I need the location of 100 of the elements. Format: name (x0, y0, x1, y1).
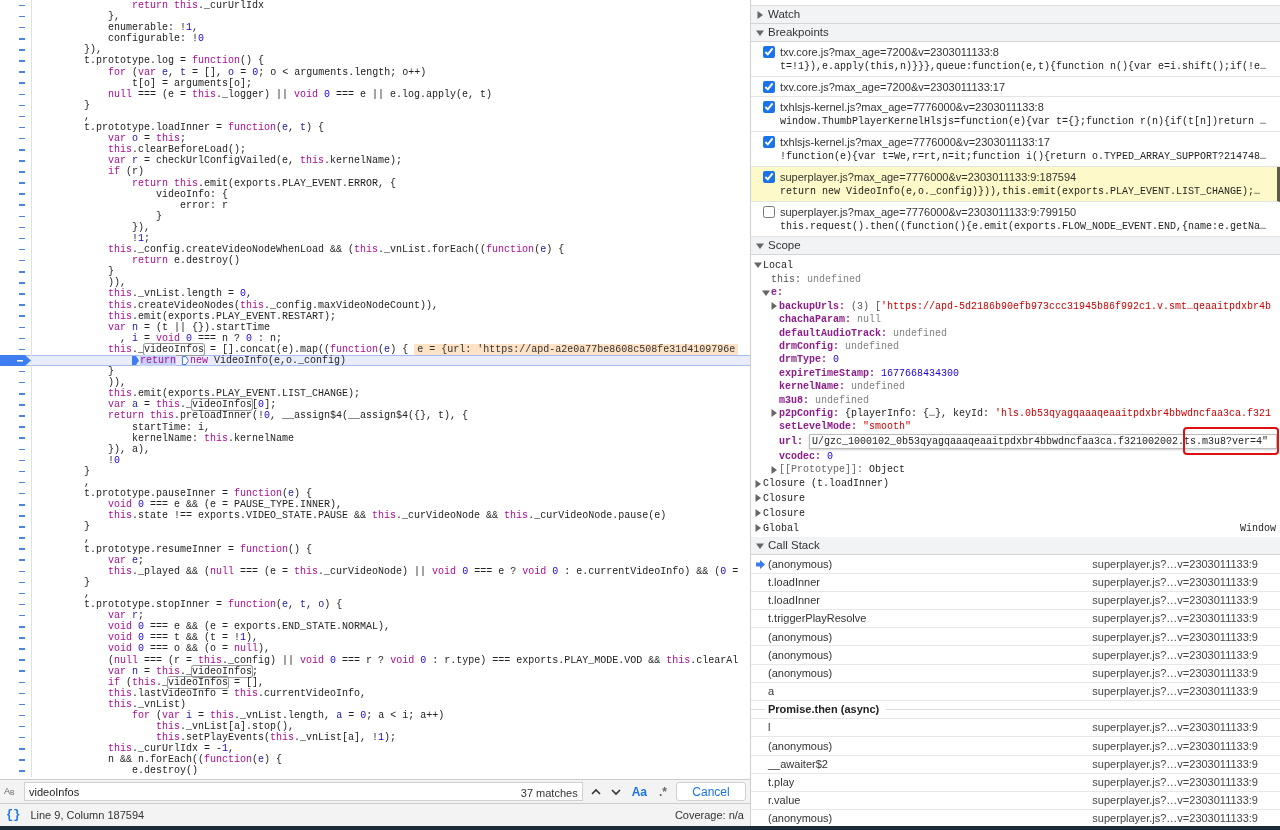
code-text: t.prototype.log = function() { (83, 55, 265, 67)
breakpoint-location: txhlsjs-kernel.js?max_age=7776000&v=2303011133:17 (780, 135, 1051, 149)
breakpoint-snippet: return new VideoInfo(e,o._config)})),this.emit(exports.PLAY_EVENT.LIST_CHANGE);… (780, 185, 1261, 199)
frame-location: superplayer.js?…v=2303011133:9 (1092, 775, 1259, 791)
expand-triangle-icon[interactable] (754, 509, 762, 518)
code-text: this._vnList[a].stop(), (155, 721, 295, 733)
frame-location: superplayer.js?…v=2303011133:9 (1092, 593, 1259, 609)
replace-toggle[interactable]: A$_{B}$ (4, 784, 18, 799)
function-name: (anonymous) (768, 629, 833, 645)
frame-location: superplayer.js?…v=2303011133:9 (1092, 811, 1259, 826)
function-name: l (768, 720, 771, 736)
scope-label[interactable]: Closure (t.loadInner) (763, 476, 890, 492)
breakpoint-item[interactable]: superplayer.js?max_age=7776000&v=2303011133:9:187594 return new VideoInfo(e,o._config)})),this.emit(exports.PLAY_EVENT.LIST_CHANGE);… (751, 167, 1280, 202)
breakpoint-marker[interactable] (0, 355, 31, 367)
property-key: expireTimeStamp: (779, 365, 875, 381)
frame-location: superplayer.js?…v=2303011133:9 (1092, 575, 1259, 590)
cancel-button[interactable]: Cancel (676, 782, 746, 801)
call-frame[interactable]: (anonymous) superplayer.js?…v=2303011133:9 (751, 646, 1280, 665)
code-text: if (r) (107, 166, 145, 178)
chevron-up-icon (590, 786, 601, 797)
call-frame[interactable]: (anonymous) superplayer.js?…v=2303011133:9 (751, 555, 1280, 574)
function-name: (anonymous) (768, 647, 833, 663)
scope-label[interactable]: Global (763, 520, 799, 536)
expand-triangle-icon[interactable] (770, 302, 778, 311)
code-text: this.state !== exports.VIDEO_STATE.PAUSE && this._curVideoNode && this._curVideoNode.pause(e) (107, 510, 667, 522)
frame-location: superplayer.js?…v=2303011133:9 (1092, 647, 1259, 663)
expand-triangle-icon[interactable] (756, 541, 764, 550)
expand-triangle-icon[interactable] (770, 465, 778, 474)
frame-location: superplayer.js?…v=2303011133:9 (1092, 793, 1259, 809)
expand-triangle-icon[interactable] (754, 524, 762, 533)
scope-label[interactable]: Closure (763, 505, 805, 521)
code-text: } (83, 576, 90, 588)
breakpoint-item[interactable]: txhlsjs-kernel.js?max_age=7776000&v=2303011133:8 window.ThumbPlayerKernelHlsjs=function(e){var t={};function r(n){if(t[n])return … (751, 97, 1280, 132)
frame-location: superplayer.js?…v=2303011133:9 (1092, 738, 1259, 754)
code-text: this.setPlayEvents(this._vnList[a], !1); (156, 732, 397, 744)
code-text: return e.destroy() (131, 255, 241, 267)
cursor-position: Line 9, Column 187594 (30, 807, 145, 823)
call-frame[interactable]: l superplayer.js?…v=2303011133:9 (751, 719, 1280, 738)
call-frame[interactable]: a superplayer.js?…v=2303011133:9 (751, 682, 1280, 701)
code-text: } (107, 366, 114, 378)
property-value: "smooth" (863, 420, 912, 435)
function-name: (anonymous) (768, 665, 833, 681)
scope-label[interactable]: Local (763, 257, 793, 273)
code-text: )), (107, 377, 126, 389)
expand-triangle-icon[interactable] (770, 409, 778, 418)
inline-breakpoint-outline-icon[interactable] (182, 356, 190, 366)
frame-location: superplayer.js?…v=2303011133:9 (1092, 756, 1259, 772)
expand-triangle-icon[interactable] (754, 479, 762, 488)
breakpoint-item[interactable]: txv.core.js?max_age=7200&v=2303011133:17 (751, 77, 1280, 97)
match-case-button[interactable]: Aa (628, 782, 650, 801)
section-header[interactable]: Watch (751, 6, 1280, 24)
call-frame[interactable]: r.value superplayer.js?…v=2303011133:9 (751, 791, 1280, 811)
breakpoint-item[interactable]: txv.core.js?max_age=7200&v=2303011133:8 t=!1}),e.apply(this,n)}}},queue:function(e,t){function n(){var e=i.shift();if(!e… (751, 42, 1280, 77)
call-frame[interactable]: (anonymous) superplayer.js?…v=2303011133:9 (751, 664, 1280, 683)
expand-triangle-icon[interactable] (754, 261, 762, 270)
section-header[interactable]: Scope (751, 237, 1280, 255)
section-header[interactable]: Call Stack (751, 537, 1280, 556)
call-frame[interactable]: t.loadInner superplayer.js?…v=2303011133:9 (751, 573, 1280, 592)
expand-triangle-icon[interactable] (762, 288, 770, 297)
code-text: return this.preloadInner(!0, __assign$4(__assign$4({}, t), { (107, 410, 469, 422)
pretty-print-button[interactable]: {} (6, 806, 21, 824)
property-key: e: (771, 285, 783, 301)
function-name: a (768, 684, 775, 700)
code-text: return this.emit(exports.PLAY_EVENT.ERROR, { (131, 177, 397, 189)
scope-label[interactable]: Closure (763, 490, 805, 506)
breakpoint-location: superplayer.js?max_age=7776000&v=2303011133:9:187594 (780, 170, 1078, 184)
breakpoint-checkbox[interactable] (763, 136, 775, 148)
frame-location: superplayer.js?…v=2303011133:9 (1092, 611, 1259, 627)
property-key: drmConfig: (779, 338, 839, 354)
call-frame[interactable]: t.loadInner superplayer.js?…v=2303011133:9 (751, 591, 1280, 610)
function-name: t.loadInner (768, 575, 820, 590)
call-frame[interactable]: __awaiter$2 superplayer.js?…v=2303011133:9 (751, 755, 1280, 774)
property-value: 0 (833, 353, 840, 368)
expand-triangle-icon[interactable] (756, 241, 764, 250)
property-value: Object (869, 463, 906, 478)
call-frame[interactable]: t.play superplayer.js?…v=2303011133:9 (751, 773, 1280, 792)
call-frame[interactable]: t.triggerPlayResolve superplayer.js?…v=2303011133:9 (751, 610, 1280, 629)
breakpoint-checkbox[interactable] (763, 101, 775, 113)
section-header[interactable]: Breakpoints (751, 24, 1280, 42)
property-value: 0 (827, 449, 834, 464)
call-frame[interactable]: (anonymous) superplayer.js?…v=2303011133:9 (751, 737, 1280, 756)
code-text: this._played && (null === (e = this._curVideoNode) || void 0 === e ? void 0 : e.currentVideoInfo) && (0 = (107, 565, 739, 577)
code-text: }), a), (107, 443, 151, 455)
code-text: var e; (107, 554, 145, 566)
function-name: r.value (768, 793, 801, 809)
expand-triangle-icon[interactable] (754, 494, 762, 503)
code-text: t.prototype.stopInner = function(e, t, o) { (83, 599, 343, 611)
property-key: vcodec: (779, 448, 821, 464)
breakpoint-checkbox[interactable] (763, 206, 775, 218)
call-frame[interactable]: (anonymous) superplayer.js?…v=2303011133:9 (751, 628, 1280, 647)
breakpoint-checkbox[interactable] (763, 81, 775, 93)
code-text: this._vnList) (107, 698, 187, 710)
breakpoint-checkbox[interactable] (763, 171, 775, 183)
breakpoint-checkbox[interactable] (763, 46, 775, 58)
code-text: this.clearBeforeLoad(); (107, 144, 247, 156)
expand-triangle-icon[interactable] (756, 10, 764, 19)
expand-triangle-icon[interactable] (756, 28, 764, 37)
breakpoint-snippet: !function(e){var t=We,r=rt,n=it;function i(){return o.TYPED_ARRAY_SUPPORT?214748… (780, 150, 1267, 164)
code-text: } (83, 99, 90, 111)
regex-button[interactable]: .* (656, 782, 670, 801)
